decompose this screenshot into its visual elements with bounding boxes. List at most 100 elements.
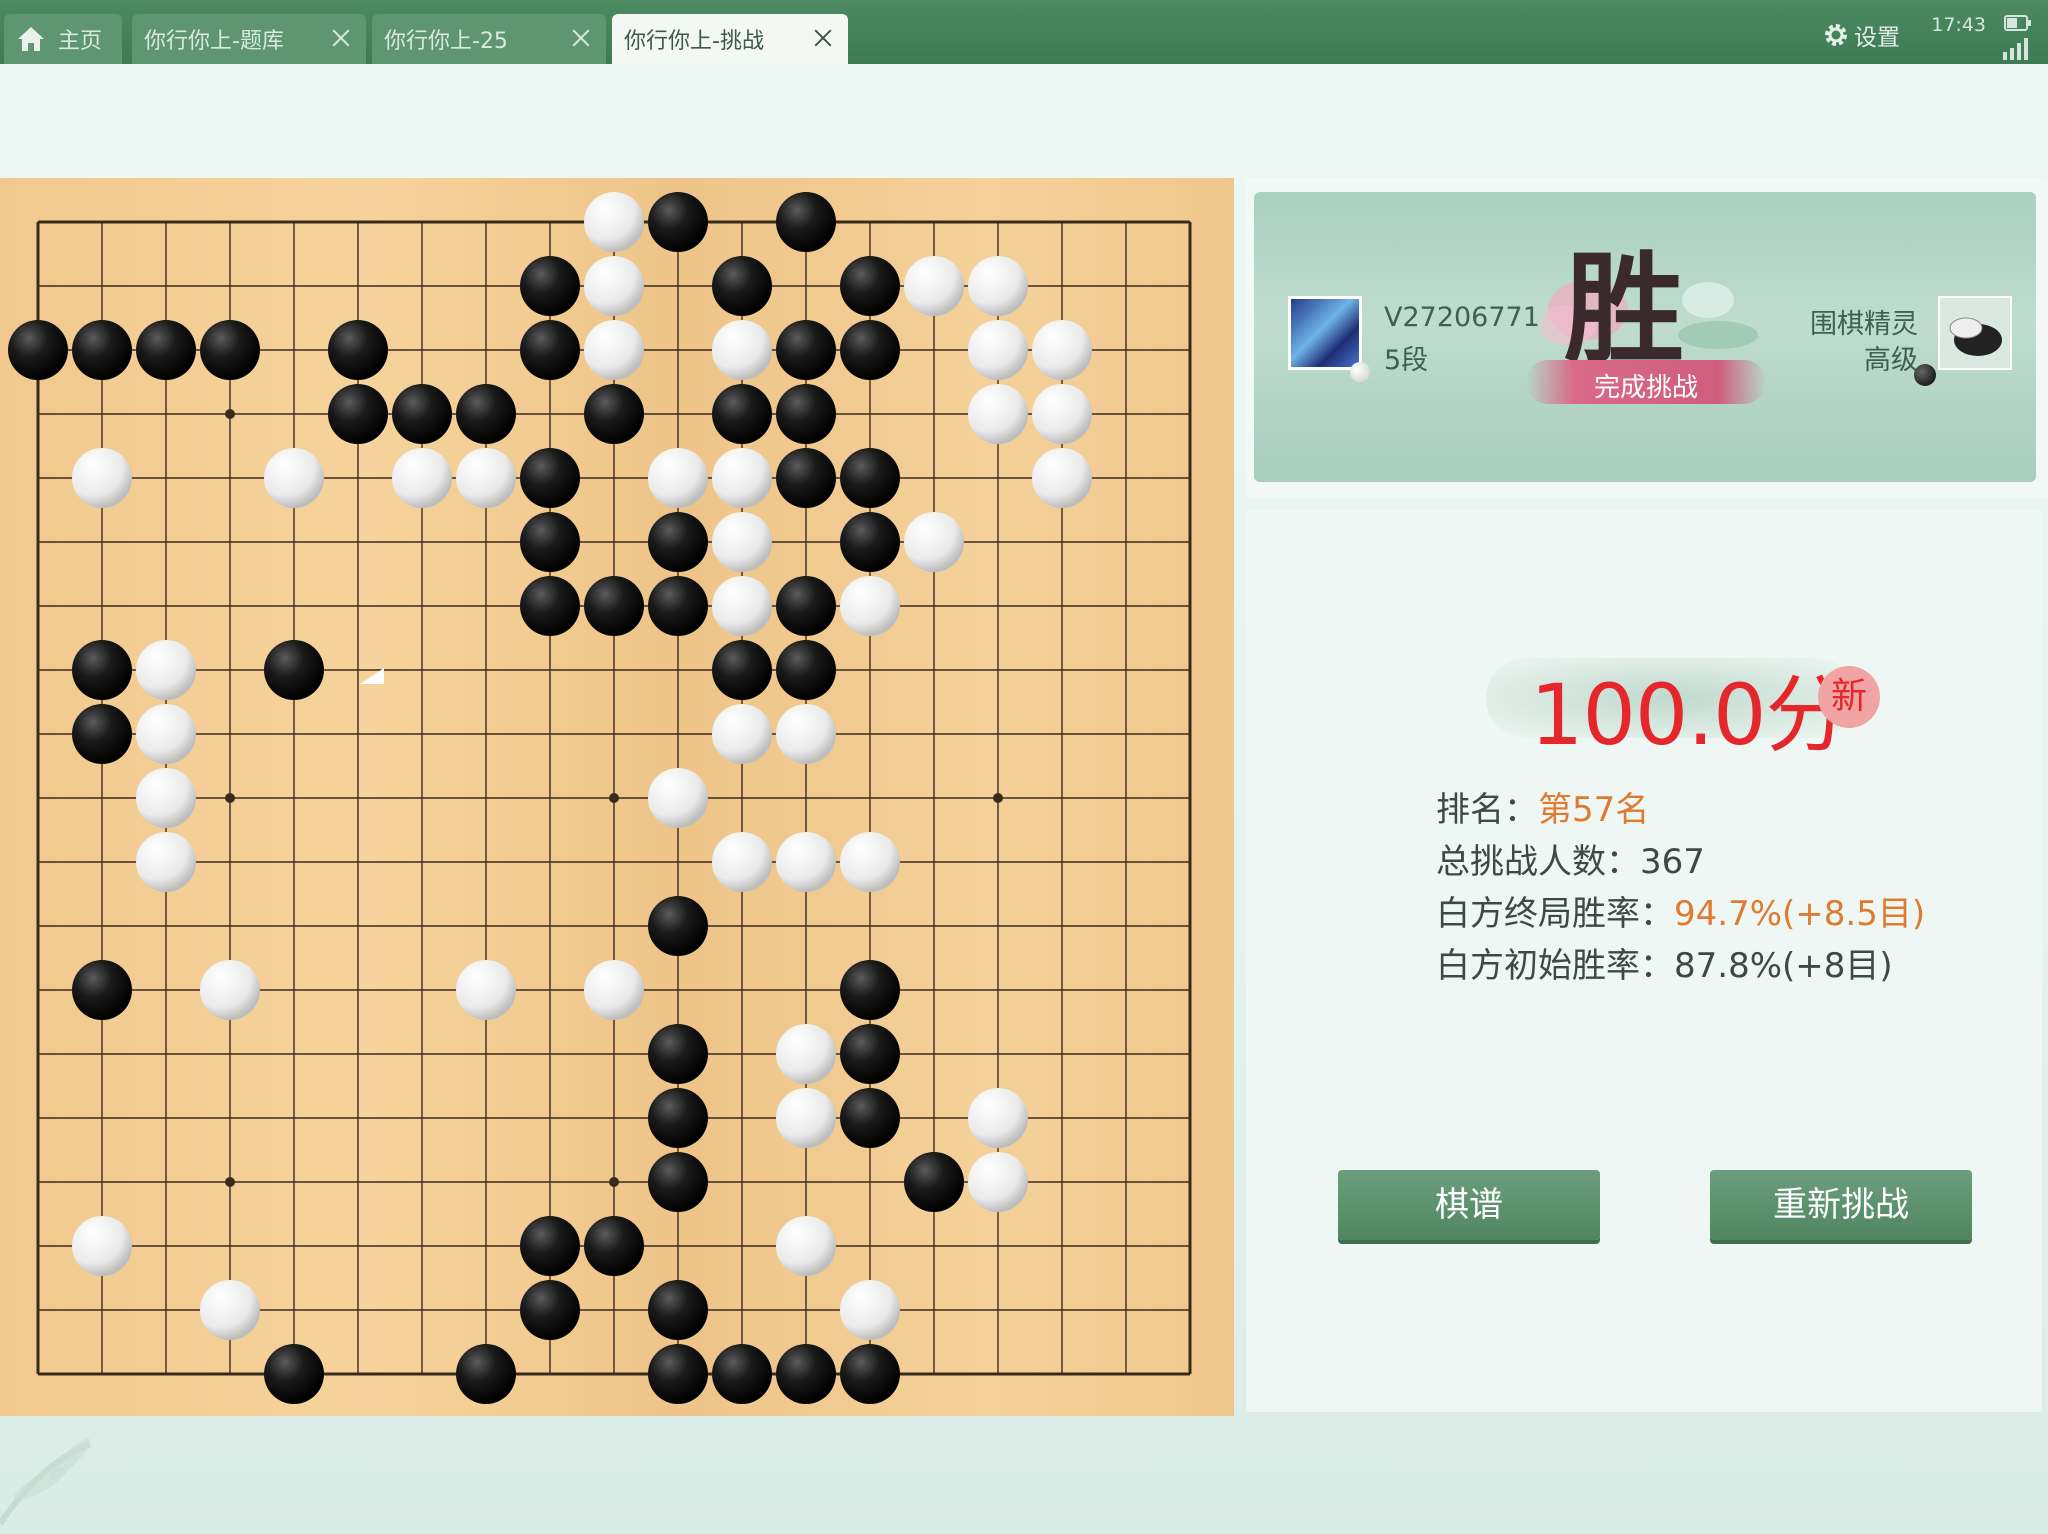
white-stone — [1032, 448, 1092, 508]
star-point — [225, 409, 235, 419]
black-stone — [648, 1024, 708, 1084]
black-stone — [776, 320, 836, 380]
tab-home[interactable]: 主页 — [4, 14, 122, 64]
white-stone — [712, 704, 772, 764]
total-line: 总挑战人数：367 — [1436, 834, 1705, 883]
tab-question-bank[interactable]: 你行你上-题库 — [132, 14, 366, 64]
settings-label: 设置 — [1854, 25, 1900, 51]
black-stone — [776, 576, 836, 636]
result-banner: V27206771 5段 胜 完成挑战 围棋精灵 高级 — [1254, 192, 2036, 482]
black-stone — [8, 320, 68, 380]
initial-label: 白方初始胜率： — [1436, 946, 1674, 986]
opponent-avatar — [1938, 296, 2012, 370]
white-stone — [200, 960, 260, 1020]
black-stone — [584, 1216, 644, 1276]
black-stone — [72, 320, 132, 380]
white-stone — [456, 448, 516, 508]
white-stone — [72, 1216, 132, 1276]
black-stone — [648, 1344, 708, 1404]
white-stone — [264, 448, 324, 508]
black-stone-icon — [1914, 364, 1936, 386]
result-card: V27206771 5段 胜 完成挑战 围棋精灵 高级 — [1246, 178, 2048, 498]
rank-line: 排名：第57名 — [1436, 782, 1649, 831]
white-stone — [840, 576, 900, 636]
rank-value: 第57名 — [1538, 790, 1650, 830]
white-stone — [392, 448, 452, 508]
black-stone — [776, 192, 836, 252]
signal-icon — [2003, 38, 2028, 60]
total-label: 总挑战人数： — [1436, 842, 1640, 882]
white-stone-icon — [1350, 362, 1370, 382]
final-winrate-line: 白方终局胜率：94.7%(+8.5目) — [1436, 886, 1925, 935]
black-stone — [456, 1344, 516, 1404]
final-value: 94.7%(+8.5目) — [1674, 894, 1926, 934]
white-stone — [840, 832, 900, 892]
white-stone — [584, 192, 644, 252]
white-stone — [648, 768, 708, 828]
black-stone — [648, 192, 708, 252]
game-record-button[interactable]: 棋谱 — [1338, 1170, 1600, 1240]
white-stone — [136, 704, 196, 764]
white-stone — [584, 960, 644, 1020]
settings-button[interactable]: 设置 — [1822, 18, 1900, 52]
black-stone — [520, 512, 580, 572]
black-stone — [712, 384, 772, 444]
tab-level-25[interactable]: 你行你上-25 — [372, 14, 606, 64]
black-stone — [648, 1280, 708, 1340]
white-stone — [200, 1280, 260, 1340]
top-bar: 主页 你行你上-题库 你行你上-25 你行你上-挑战 设置 17:43 — [0, 0, 2048, 64]
black-stone — [648, 1152, 708, 1212]
black-stone — [840, 320, 900, 380]
black-stone — [840, 1344, 900, 1404]
white-stone — [1032, 384, 1092, 444]
white-stone — [136, 640, 196, 700]
black-stone — [72, 704, 132, 764]
black-stone — [840, 512, 900, 572]
retry-challenge-button[interactable]: 重新挑战 — [1710, 1170, 1972, 1240]
black-stone — [584, 576, 644, 636]
score-value: 100.0分 — [1530, 666, 1849, 764]
close-icon[interactable] — [812, 27, 834, 49]
battery-icon — [2004, 15, 2031, 31]
white-stone — [840, 1280, 900, 1340]
tab-challenge[interactable]: 你行你上-挑战 — [612, 14, 848, 64]
home-icon — [18, 27, 44, 51]
white-stone — [968, 384, 1028, 444]
star-point — [609, 1177, 619, 1187]
new-record-badge: 新 — [1818, 666, 1880, 728]
ribbon-text: 完成挑战 — [1593, 373, 1698, 403]
white-stone — [584, 320, 644, 380]
close-icon[interactable] — [570, 27, 592, 49]
black-stone — [264, 640, 324, 700]
black-stone — [776, 1344, 836, 1404]
white-stone — [968, 256, 1028, 316]
initial-value: 87.8%(+8目) — [1674, 946, 1893, 986]
black-stone — [200, 320, 260, 380]
tab-label: 你行你上-挑战 — [624, 29, 764, 54]
star-point — [225, 1177, 235, 1187]
black-stone — [520, 1216, 580, 1276]
white-stone — [904, 256, 964, 316]
black-stone — [712, 1344, 772, 1404]
black-stone — [904, 1152, 964, 1212]
white-stone — [776, 832, 836, 892]
white-stone — [968, 1152, 1028, 1212]
black-stone — [840, 1088, 900, 1148]
white-stone — [776, 704, 836, 764]
white-stone — [712, 448, 772, 508]
go-board[interactable] — [0, 178, 1234, 1416]
black-stone — [712, 640, 772, 700]
black-stone — [840, 960, 900, 1020]
white-stone — [776, 1216, 836, 1276]
black-stone — [456, 384, 516, 444]
white-stone — [776, 1088, 836, 1148]
opponent-name: 围棋精灵 — [1810, 309, 1918, 340]
tab-label: 你行你上-题库 — [144, 29, 284, 54]
black-stone — [776, 640, 836, 700]
black-stone — [520, 256, 580, 316]
white-stone — [72, 448, 132, 508]
white-stone — [776, 1024, 836, 1084]
close-icon[interactable] — [330, 27, 352, 49]
white-stone — [904, 512, 964, 572]
board-grid[interactable] — [0, 178, 1234, 1416]
